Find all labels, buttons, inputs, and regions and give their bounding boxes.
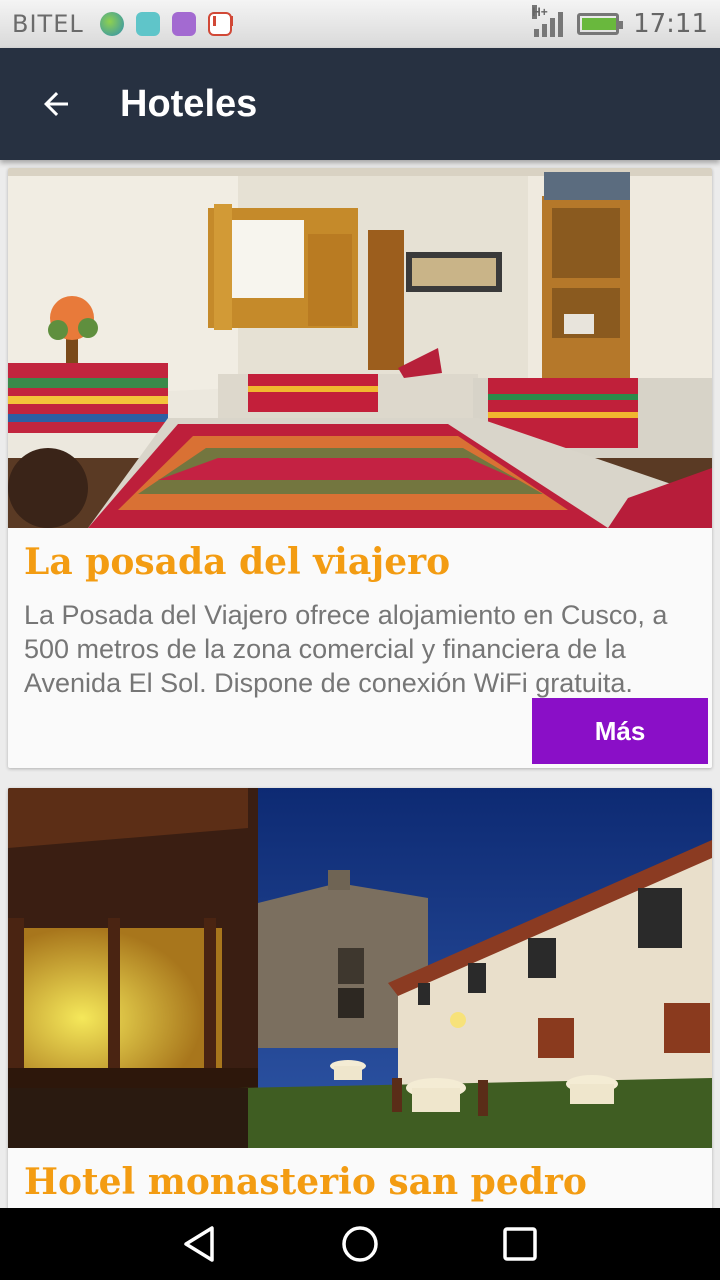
clock: 17:11	[633, 9, 708, 39]
circle-home-icon	[342, 1226, 378, 1262]
signal-icon: H+	[532, 5, 564, 37]
navigation-bar	[0, 1208, 720, 1280]
hotel-description: La Posada del Viajero ofrece alojamiento…	[24, 600, 668, 698]
page-title: Hoteles	[120, 82, 258, 125]
back-nav-button[interactable]	[164, 1208, 236, 1280]
hotel-room-photo	[8, 168, 712, 528]
battery-icon	[577, 13, 624, 35]
triangle-back-icon	[184, 1226, 214, 1262]
back-button[interactable]	[0, 48, 112, 160]
app-bar: Hoteles	[0, 48, 720, 160]
more-button[interactable]: Más	[532, 698, 708, 764]
gmail-icon	[207, 12, 232, 36]
status-right: H+ 17:11	[532, 5, 708, 39]
status-bar: BITEL H+ 17:11	[0, 0, 720, 48]
android-icon	[135, 12, 160, 36]
gallery-icon	[171, 12, 196, 36]
notification-icons	[99, 12, 232, 36]
hotel-card[interactable]: La posada del viajero La Posada del Viaj…	[8, 168, 712, 768]
globe-icon	[99, 12, 124, 36]
hotel-courtyard-night-photo	[8, 788, 712, 1148]
arrow-back-icon	[44, 92, 68, 116]
square-recents-icon	[503, 1227, 537, 1261]
carrier-name: BITEL	[12, 10, 84, 38]
recents-nav-button[interactable]	[484, 1208, 556, 1280]
hotel-card[interactable]: Hotel monasterio san pedro	[8, 788, 712, 1208]
home-nav-button[interactable]	[324, 1208, 396, 1280]
hotel-title: La posada del viajero	[24, 541, 451, 583]
network-type: H+	[532, 5, 548, 19]
hotel-title: Hotel monasterio san pedro	[24, 1161, 587, 1203]
hotel-list: La posada del viajero La Posada del Viaj…	[0, 160, 720, 1208]
